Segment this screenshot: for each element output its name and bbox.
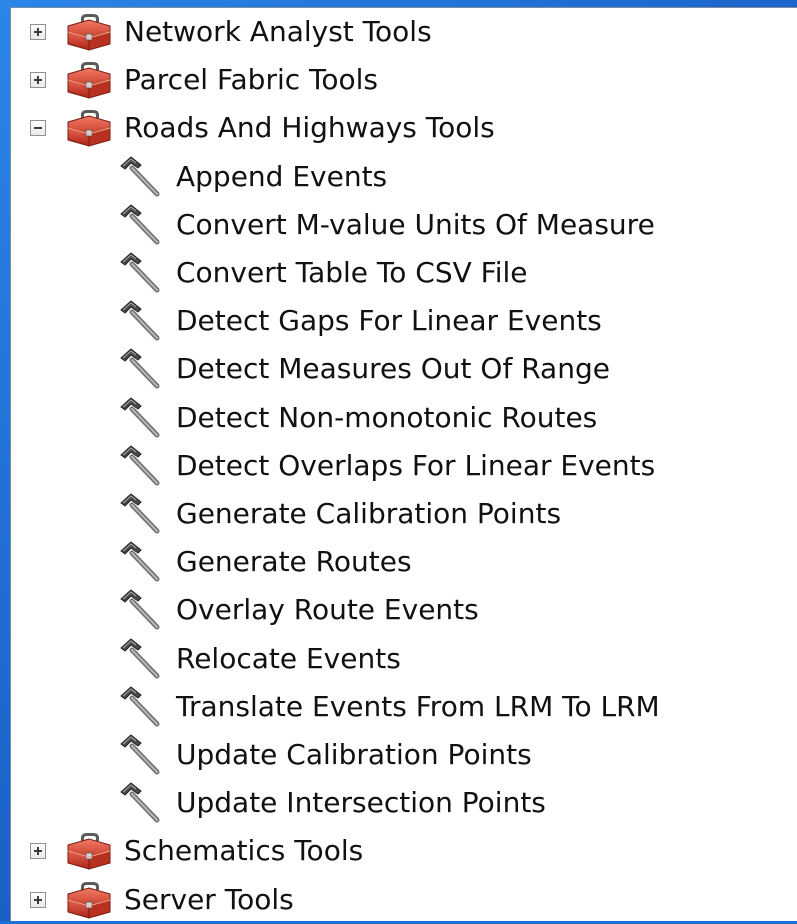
toolbox-tree-panel: Network Analyst Tools Parcel Fabric Tools… bbox=[10, 7, 797, 921]
toolbox-icon bbox=[65, 880, 113, 920]
tree-item-tool[interactable]: Detect Overlaps For Linear Events bbox=[11, 442, 797, 490]
toolbox-icon bbox=[65, 831, 113, 871]
toolbox-icon bbox=[65, 108, 113, 148]
tool-label: Update Calibration Points bbox=[176, 738, 532, 771]
tool-label: Overlay Route Events bbox=[176, 593, 479, 627]
window-frame: Network Analyst Tools Parcel Fabric Tools… bbox=[0, 0, 797, 921]
tree-item-tool[interactable]: Generate Calibration Points bbox=[11, 490, 797, 538]
hammer-icon bbox=[117, 587, 163, 633]
hammer-icon bbox=[117, 346, 163, 392]
tool-label: Generate Routes bbox=[176, 545, 412, 579]
tree-item-tool[interactable]: Detect Non-monotonic Routes bbox=[11, 394, 797, 442]
hammer-icon bbox=[117, 395, 163, 441]
hammer-icon bbox=[117, 491, 163, 537]
tree-item-toolbox[interactable]: Roads And Highways Tools bbox=[11, 104, 797, 152]
hammer-icon bbox=[117, 780, 163, 826]
tool-label: Convert Table To CSV File bbox=[176, 256, 528, 289]
tree-item-toolbox[interactable]: Schematics Tools bbox=[11, 827, 797, 875]
tree-item-tool[interactable]: Convert Table To CSV File bbox=[11, 249, 797, 297]
tree-item-toolbox[interactable]: Network Analyst Tools bbox=[11, 8, 797, 56]
tree-item-tool[interactable]: Relocate Events bbox=[11, 635, 797, 683]
tool-label: Relocate Events bbox=[176, 641, 401, 675]
toolbox-label: Parcel Fabric Tools bbox=[124, 63, 379, 97]
hammer-icon bbox=[117, 202, 163, 248]
toolbox-label: Server Tools bbox=[124, 882, 294, 916]
tree-item-tool[interactable]: Generate Routes bbox=[11, 538, 797, 586]
tree-item-tool[interactable]: Detect Measures Out Of Range bbox=[11, 345, 797, 393]
hammer-icon bbox=[117, 250, 163, 296]
tree-item-tool[interactable]: Append Events bbox=[11, 153, 797, 201]
tree-item-toolbox[interactable]: Server Tools bbox=[11, 876, 797, 924]
hammer-icon bbox=[117, 732, 163, 778]
toolbox-icon bbox=[65, 12, 113, 52]
expand-plus-icon[interactable] bbox=[30, 891, 46, 908]
toolbox-icon bbox=[65, 60, 113, 100]
hammer-icon bbox=[117, 684, 163, 730]
expand-plus-icon[interactable] bbox=[30, 24, 46, 40]
tree-item-tool[interactable]: Translate Events From LRM To LRM bbox=[11, 683, 797, 731]
tree-item-tool[interactable]: Convert M-value Units Of Measure bbox=[11, 201, 797, 249]
hammer-icon bbox=[117, 443, 163, 489]
hammer-icon bbox=[117, 539, 163, 585]
tool-label: Append Events bbox=[176, 159, 388, 193]
toolbox-tree: Network Analyst Tools Parcel Fabric Tools… bbox=[11, 8, 797, 921]
tool-label: Detect Overlaps For Linear Events bbox=[176, 448, 656, 482]
toolbox-label: Schematics Tools bbox=[124, 834, 364, 868]
tree-item-toolbox[interactable]: Parcel Fabric Tools bbox=[11, 56, 797, 104]
tool-label: Convert M-value Units Of Measure bbox=[176, 207, 655, 241]
expand-plus-icon[interactable] bbox=[30, 843, 46, 860]
collapse-minus-icon[interactable] bbox=[30, 120, 46, 137]
tool-label: Detect Measures Out Of Range bbox=[176, 352, 610, 386]
hammer-icon bbox=[117, 636, 163, 682]
toolbox-label: Network Analyst Tools bbox=[124, 15, 432, 48]
tool-label: Detect Gaps For Linear Events bbox=[176, 304, 602, 338]
toolbox-label: Roads And Highways Tools bbox=[124, 111, 495, 145]
hammer-icon bbox=[117, 298, 163, 344]
tool-label: Translate Events From LRM To LRM bbox=[176, 689, 660, 723]
tool-label: Generate Calibration Points bbox=[176, 497, 562, 530]
expand-plus-icon[interactable] bbox=[30, 72, 46, 89]
tree-item-tool[interactable]: Overlay Route Events bbox=[11, 586, 797, 634]
tree-item-tool[interactable]: Detect Gaps For Linear Events bbox=[11, 297, 797, 345]
tree-item-tool[interactable]: Update Calibration Points bbox=[11, 731, 797, 779]
tree-item-tool[interactable]: Update Intersection Points bbox=[11, 779, 797, 827]
tool-label: Update Intersection Points bbox=[176, 786, 546, 820]
hammer-icon bbox=[117, 154, 163, 200]
tool-label: Detect Non-monotonic Routes bbox=[176, 400, 598, 434]
